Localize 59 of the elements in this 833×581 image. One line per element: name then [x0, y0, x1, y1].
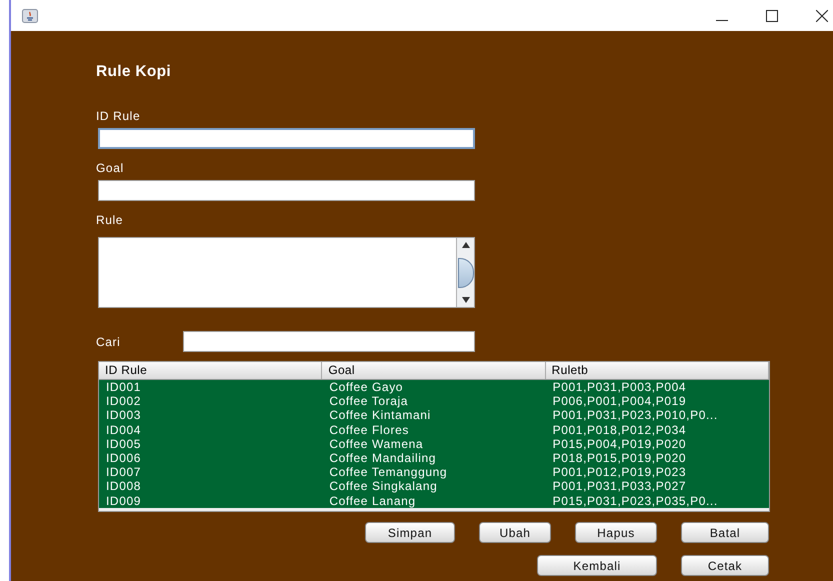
- column-header[interactable]: ID Rule: [99, 362, 322, 379]
- scroll-up-icon[interactable]: [460, 241, 470, 249]
- text-field[interactable]: [98, 180, 475, 201]
- search-field[interactable]: [183, 331, 475, 352]
- scroll-down-icon[interactable]: [460, 296, 470, 304]
- form-title: Rule Kopi: [96, 63, 172, 81]
- table-cell-text: ID009: [105, 494, 142, 508]
- table-cell-text: Coffee Toraja: [328, 394, 410, 408]
- action-button[interactable]: Hapus: [575, 522, 657, 543]
- column-header[interactable]: Goal: [322, 362, 546, 379]
- action-button[interactable]: Kembali: [537, 555, 657, 576]
- action-button[interactable]: Cetak: [681, 555, 769, 576]
- table-cell-text: Coffee Wamena: [328, 436, 424, 451]
- search-label: Cari: [96, 334, 122, 348]
- table-row[interactable]: ID007 Coffee Temanggung P001,P012,P019,P023: [99, 465, 769, 480]
- table-row[interactable]: ID008 Coffee Singkalang P001,P031,P033,P027: [99, 479, 769, 494]
- table-cell-text: P001,P031,P023,P010,P0...: [552, 408, 719, 423]
- table-cell-text: ID001: [105, 380, 142, 394]
- text-field[interactable]: [98, 128, 475, 149]
- table-cell-text: Coffee Flores: [328, 422, 410, 437]
- field-label: Goal: [96, 161, 124, 175]
- table-cell-text: P001,P012,P019,P023: [552, 465, 688, 480]
- maximize-icon[interactable]: [766, 10, 778, 22]
- table-cell-text: ID003: [105, 408, 142, 423]
- table-cell-text: Coffee Gayo: [328, 380, 404, 394]
- action-button[interactable]: Batal: [681, 522, 769, 543]
- table-cell-text: Coffee Temanggung: [328, 465, 448, 480]
- field-label: Rule: [96, 213, 124, 227]
- field-label: ID Rule: [96, 109, 140, 123]
- table-cell-text: P015,P031,P023,P035,P0...: [552, 494, 719, 508]
- table-cell-text: ID008: [105, 479, 142, 494]
- table-cell-text: ID007: [105, 465, 142, 480]
- table-row[interactable]: ID004 Coffee Flores P001,P018,P012,P034: [99, 422, 769, 437]
- table-row[interactable]: ID006 Coffee Mandailing P018,P015,P019,P020: [99, 450, 769, 466]
- table-cell-text: P015,P004,P019,P020: [552, 436, 688, 451]
- table-cell-text: P001,P031,P033,P027: [552, 479, 688, 494]
- table-row[interactable]: ID001 Coffee Gayo P001,P031,P003,P004: [99, 380, 769, 394]
- table-cell-text: P001,P031,P003,P004: [552, 380, 688, 394]
- close-icon[interactable]: [816, 10, 828, 22]
- table-row[interactable]: ID003 Coffee Kintamani P001,P031,P023,P010,P0...: [99, 408, 769, 423]
- table-row[interactable]: ID009 Coffee Lanang P015,P031,P023,P035,P0...: [99, 494, 769, 508]
- table-cell-text: P001,P018,P012,P034: [552, 422, 688, 437]
- table-cell-text: Coffee Kintamani: [328, 408, 432, 423]
- table-cell-text: Coffee Mandailing: [328, 450, 438, 466]
- action-button[interactable]: Simpan: [365, 522, 455, 543]
- table-cell-text: ID005: [105, 436, 142, 451]
- table-cell-text: ID004: [105, 422, 142, 437]
- table-row[interactable]: ID005 Coffee Wamena P015,P004,P019,P020: [99, 436, 769, 451]
- table-cell-text: P018,P015,P019,P020: [552, 450, 688, 466]
- app-icon: [22, 8, 38, 22]
- column-header[interactable]: Ruletb: [546, 362, 769, 379]
- action-button[interactable]: Ubah: [479, 522, 551, 543]
- table-row[interactable]: ID002 Coffee Toraja P006,P001,P004,P019: [99, 394, 769, 408]
- table-cell-text: ID002: [105, 394, 142, 408]
- scrollbar[interactable]: [456, 238, 474, 307]
- table-cell-text: ID006: [105, 450, 142, 466]
- table-cell-text: P006,P001,P004,P019: [552, 394, 688, 408]
- table-cell-text: Coffee Singkalang: [328, 479, 438, 494]
- table-cell-text: Coffee Lanang: [328, 494, 417, 508]
